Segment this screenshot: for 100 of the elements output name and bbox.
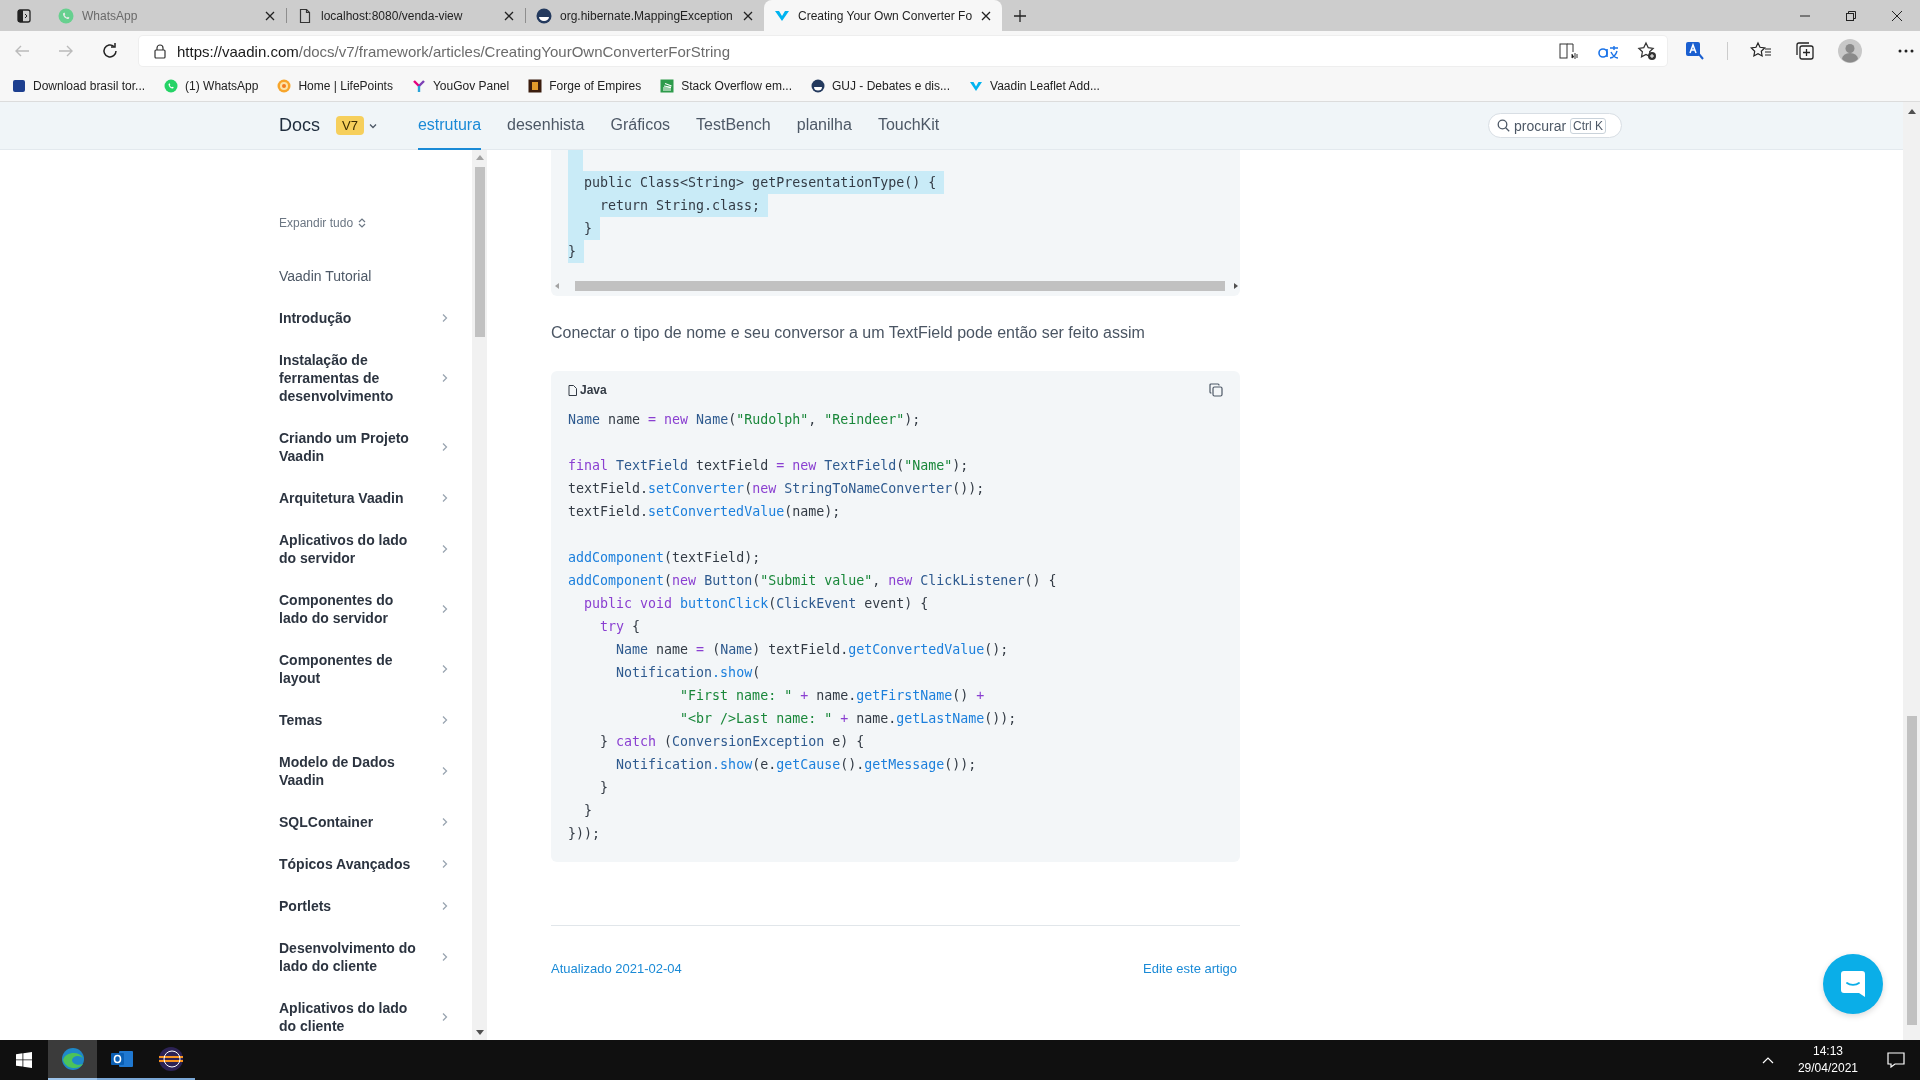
chevron-up-icon[interactable] — [1761, 1056, 1774, 1064]
clock[interactable]: 14:13 29/04/2021 — [1797, 1043, 1858, 1077]
search-field[interactable]: procurar — [1514, 117, 1566, 134]
chevron-right-icon — [440, 544, 450, 554]
circle-logo-icon — [536, 7, 552, 24]
code-line: Notification.show(e.getCause().getMessage()); — [615, 756, 977, 774]
notification-icon[interactable] — [1887, 1052, 1905, 1068]
close-icon[interactable] — [1891, 9, 1903, 22]
nav-item[interactable]: Modelo de Dados Vaadin — [279, 741, 450, 801]
tab-actions-icon[interactable] — [16, 7, 32, 24]
nav-tab[interactable]: desenhista — [507, 102, 585, 150]
paragraph: Conectar o tipo de nome e seu conversor a um TextField pode então ser feito assim — [551, 323, 1146, 343]
bookmark[interactable]: Forge of Empires — [528, 79, 642, 93]
chevron-right-icon — [440, 952, 450, 962]
code-line: public void buttonClick(ClickEvent event) { — [583, 595, 929, 613]
nav-item[interactable]: Introdução — [279, 297, 450, 339]
code-line: Notification.show( — [615, 664, 761, 682]
bookmark[interactable]: Vaadin Leaflet Add... — [969, 79, 1100, 93]
y-shape-icon — [411, 79, 426, 93]
code-line: final TextField textField = new TextField("Name"); — [568, 457, 969, 475]
code-line: "First name: " + name.getFirstName() + — [679, 687, 985, 705]
scroll-right-icon[interactable] — [1232, 282, 1240, 290]
chat-button[interactable] — [1823, 954, 1883, 1014]
nav-item[interactable]: SQLContainer — [279, 801, 450, 843]
start-icon[interactable] — [16, 1052, 32, 1068]
scroll-up-icon[interactable] — [1907, 108, 1916, 114]
nav-tab[interactable]: Gráficos — [610, 102, 671, 150]
nav-tab[interactable]: TestBench — [696, 102, 771, 150]
nav-item[interactable]: Criando um Projeto Vaadin — [279, 417, 450, 477]
code-line: } — [583, 802, 593, 820]
chevron-right-icon — [440, 715, 450, 725]
code-line: textField.setConvertedValue(name); — [568, 503, 841, 521]
chevron-right-icon — [440, 859, 450, 869]
chevron-right-icon — [440, 373, 450, 383]
nav-item[interactable]: Aplicativos do lado do cliente — [279, 987, 450, 1040]
nav-item[interactable]: Componentes do lado do servidor — [279, 579, 450, 639]
address-field[interactable]: https://vaadin.com/docs/v7/framework/articles/CreatingYourOwnConverterForString — [139, 36, 1667, 66]
nav-item[interactable]: Desenvolvimento do lado do cliente — [279, 927, 450, 987]
code-line: Name name = new Name("Rudolph", "Reindeer"); — [568, 411, 921, 429]
updated-link[interactable]: Atualizado 2021-02-04 — [551, 961, 682, 976]
code-line: try { — [599, 618, 641, 636]
chevron-right-icon — [440, 442, 450, 452]
plus-icon[interactable] — [1012, 7, 1028, 24]
taskbar-app[interactable] — [48, 1040, 97, 1080]
nav-tab[interactable]: planilha — [796, 102, 852, 150]
expand-all-button[interactable]: Expandir tudo — [279, 214, 367, 232]
ide-icon[interactable] — [157, 1046, 184, 1072]
chat-icon — [164, 79, 179, 93]
chevron-right-icon — [440, 493, 450, 503]
browser-tab[interactable]: WhatsApp — [48, 0, 286, 31]
lock-icon — [153, 43, 167, 59]
chevron-right-icon — [440, 817, 450, 827]
chat-icon — [58, 7, 74, 24]
code-line: } catch (ConversionException e) { — [599, 733, 865, 751]
square-logo-icon — [528, 79, 543, 93]
restore-icon[interactable] — [1845, 9, 1857, 22]
nav-item[interactable]: Vaadin Tutorial — [279, 255, 450, 297]
browser-icon[interactable] — [60, 1047, 85, 1071]
refresh-icon[interactable] — [101, 42, 119, 60]
file-icon — [568, 384, 577, 396]
nav-tab[interactable]: TouchKit — [877, 102, 940, 150]
nav-item[interactable]: Componentes de layout — [279, 639, 450, 699]
browser-tab[interactable]: org.hibernate.MappingException — [526, 0, 764, 31]
code-line: })); — [568, 825, 601, 843]
stack-icon — [660, 79, 675, 93]
browser-tab[interactable]: localhost:8080/venda-view — [287, 0, 525, 31]
nav-item[interactable]: Arquitetura Vaadin — [279, 477, 450, 519]
sort-icon — [358, 218, 367, 228]
bookmark[interactable]: Home | LifePoints — [277, 79, 393, 93]
scrollbar-thumb[interactable] — [474, 167, 485, 337]
bookmark[interactable]: Download brasil tor... — [12, 79, 146, 93]
read-aloud-icon[interactable] — [1559, 42, 1579, 60]
sunburst-icon — [277, 79, 292, 93]
nav-item[interactable]: Aplicativos do lado do servidor — [279, 519, 450, 579]
chevron-logo-icon — [969, 79, 983, 93]
nav-item[interactable]: Instalação de ferramentas de desenvolvimento — [279, 339, 450, 417]
bookmark[interactable]: YouGov Panel — [411, 79, 510, 93]
code-line: "<br />Last name: " + name.getLastName()); — [679, 710, 1017, 728]
nav-item[interactable]: Tópicos Avançados — [279, 843, 450, 885]
bookmark[interactable]: (1) WhatsApp — [164, 79, 259, 93]
circle-logo-icon — [810, 79, 825, 93]
code-line: } — [599, 779, 609, 797]
nav-item[interactable]: Temas — [279, 699, 450, 741]
copy-icon[interactable] — [1209, 383, 1223, 397]
page-icon — [297, 7, 313, 24]
profile-avatar-icon[interactable] — [1838, 39, 1862, 63]
more-icon[interactable] — [1898, 49, 1914, 53]
bookmark[interactable]: Stack Overflow em... — [660, 79, 792, 93]
browser-tab[interactable]: Creating Your Own Converter Fo — [764, 0, 1002, 31]
favorite-add-icon[interactable] — [1637, 41, 1657, 61]
collections-icon[interactable] — [1794, 40, 1816, 62]
bookmark[interactable]: GUJ - Debates e dis... — [810, 79, 950, 93]
scrollbar-thumb[interactable] — [1906, 716, 1917, 1025]
scroll-down-icon[interactable] — [475, 1030, 484, 1036]
edit-link[interactable]: Edite este artigo — [1143, 961, 1237, 976]
translator-icon[interactable] — [1685, 41, 1705, 61]
site-logo[interactable]: Docs — [279, 115, 320, 136]
horizontal-scrollbar[interactable] — [553, 279, 1240, 293]
nav-item[interactable]: Portlets — [279, 885, 450, 927]
square-logo-icon — [12, 79, 26, 93]
